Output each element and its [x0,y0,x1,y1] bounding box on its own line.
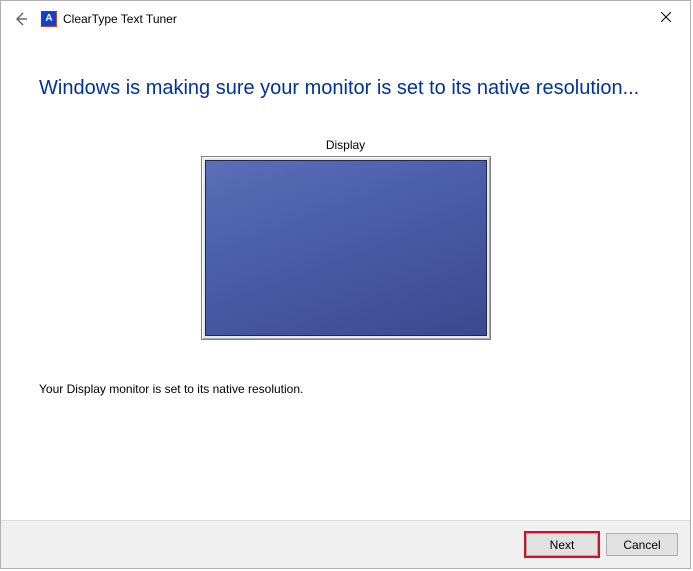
titlebar: A ClearType Text Tuner [1,1,690,37]
cancel-button[interactable]: Cancel [606,533,678,556]
close-button[interactable] [648,5,684,29]
monitor-screen-icon [205,160,487,336]
wizard-window: A ClearType Text Tuner Windows is making… [0,0,691,569]
status-text: Your Display monitor is set to its nativ… [39,382,652,396]
page-heading: Windows is making sure your monitor is s… [39,77,652,100]
window-title: ClearType Text Tuner [63,12,177,26]
app-icon: A [41,11,57,27]
back-button[interactable] [9,7,33,31]
close-icon [661,12,671,22]
next-button[interactable]: Next [526,533,598,556]
content-area: Windows is making sure your monitor is s… [1,37,690,520]
footer-bar: Next Cancel [1,520,690,568]
display-preview: Display [39,138,652,340]
monitor-frame [201,156,491,340]
display-label: Display [39,138,652,152]
back-arrow-icon [13,11,29,27]
